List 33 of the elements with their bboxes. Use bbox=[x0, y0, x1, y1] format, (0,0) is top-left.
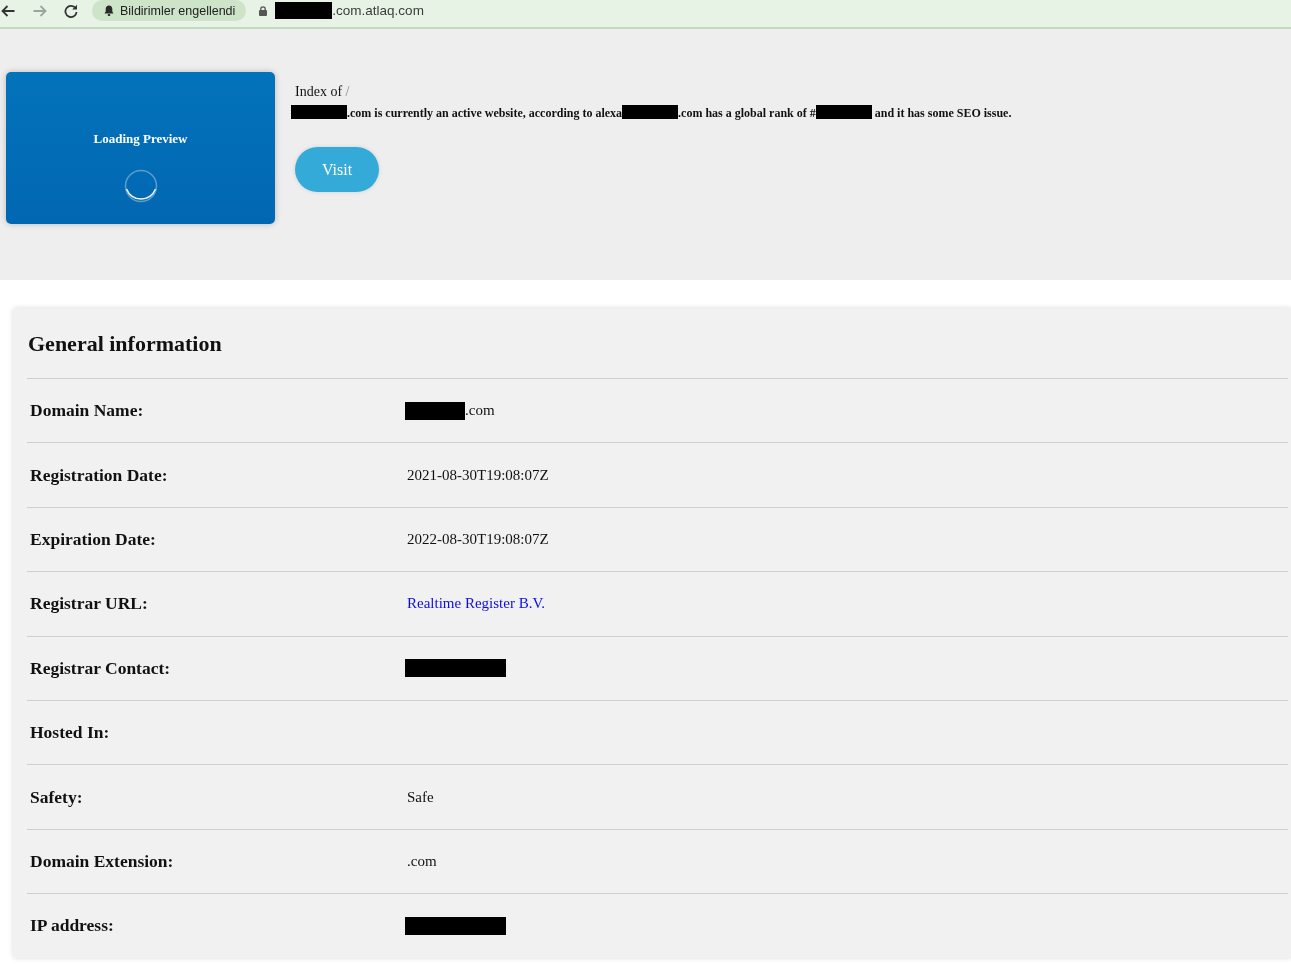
loading-spinner-icon bbox=[123, 169, 158, 203]
redaction-bar bbox=[291, 105, 347, 119]
registrar-link[interactable]: Realtime Register B.V. bbox=[407, 595, 546, 613]
back-arrow-icon[interactable] bbox=[1, 4, 15, 17]
description-text: and it has some SEO issue. bbox=[873, 106, 1012, 120]
field-label: Registration Date: bbox=[30, 464, 168, 486]
field-label: Registrar URL: bbox=[30, 593, 148, 615]
field-value: 2021-08-30T19:08:07Z bbox=[407, 466, 549, 484]
redaction-bar bbox=[275, 2, 333, 19]
field-label: Safety: bbox=[30, 786, 83, 808]
field-label: Domain Name: bbox=[30, 400, 144, 422]
description-text: .com has a global rank of # bbox=[678, 106, 816, 120]
field-label: Expiration Date: bbox=[30, 528, 156, 550]
field-label: IP address: bbox=[30, 915, 114, 937]
reload-icon[interactable] bbox=[64, 3, 78, 18]
lock-icon[interactable] bbox=[259, 5, 268, 16]
notification-chip[interactable]: Bildirimler engellendi bbox=[92, 0, 247, 21]
field-label: Hosted In: bbox=[30, 722, 110, 744]
redaction-bar bbox=[815, 105, 872, 119]
field-label: Registrar Contact: bbox=[30, 657, 171, 679]
url-text: .com.atlaq.com bbox=[332, 3, 424, 18]
preview-label: Loading Preview bbox=[93, 131, 188, 147]
field-value: .com bbox=[465, 402, 495, 420]
description-text: .com is currently an active website, according to alexa bbox=[347, 106, 623, 120]
field-label: Domain Extension: bbox=[30, 850, 174, 872]
index-heading: Index of / bbox=[295, 83, 350, 101]
field-value: .com bbox=[407, 852, 437, 870]
redaction-bar bbox=[405, 401, 465, 420]
field-value: 2022-08-30T19:08:07Z bbox=[407, 530, 549, 548]
section-title: General information bbox=[28, 330, 222, 358]
field-value: Safe bbox=[407, 788, 434, 806]
bell-icon bbox=[104, 5, 114, 16]
redaction-bar bbox=[622, 105, 679, 119]
